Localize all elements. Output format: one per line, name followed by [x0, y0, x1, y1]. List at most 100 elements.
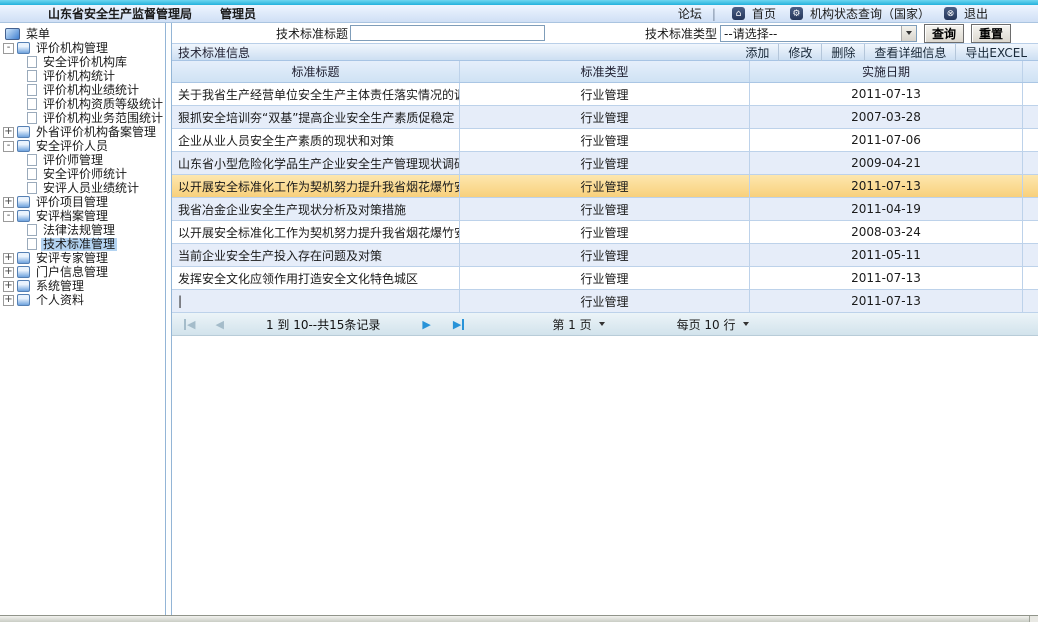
- tree-leaf-label[interactable]: 评价机构业绩统计: [41, 84, 141, 97]
- tree-expander-icon[interactable]: +: [3, 267, 14, 278]
- org-status-icon[interactable]: ⚙: [790, 7, 803, 20]
- tree-branch[interactable]: + 系统管理: [0, 279, 165, 293]
- prev-page-button[interactable]: ◀: [215, 319, 223, 330]
- cell-standard-type: 行业管理: [460, 221, 750, 243]
- last-page-button[interactable]: ▶: [453, 319, 464, 330]
- toolbar-action-link[interactable]: 导出EXCEL: [955, 44, 1036, 61]
- table-body: 关于我省生产经营单位安全生产主体责任落实情况的调研报告 行业管理 2011-07…: [172, 83, 1038, 313]
- tree-leaf-label[interactable]: 安评人员业绩统计: [41, 182, 141, 195]
- tree-leaf-label[interactable]: 评价机构业务范围统计: [41, 112, 165, 125]
- tree-branch[interactable]: + 评价项目管理: [0, 195, 165, 209]
- tree-leaf[interactable]: 评价机构统计: [0, 69, 165, 83]
- tree-branch-label[interactable]: 门户信息管理: [34, 266, 110, 279]
- tree-leaf-label[interactable]: 评价机构资质等级统计: [41, 98, 165, 111]
- menu-root[interactable]: 菜单: [0, 27, 165, 41]
- tree-leaf[interactable]: 安评人员业绩统计: [0, 181, 165, 195]
- table-row[interactable]: 狠抓安全培训夯“双基”提高企业安全生产素质促稳定 行业管理 2007-03-28: [172, 106, 1038, 129]
- header-links: 论坛 | ⌂ 首页 ⚙ 机构状态查询（国家） ⊗ 退出: [674, 5, 1038, 22]
- table-header-row: 标准标题 标准类型 实施日期: [172, 61, 1038, 83]
- tree-leaf[interactable]: 评价机构资质等级统计: [0, 97, 165, 111]
- tree-expander-icon[interactable]: -: [3, 211, 14, 222]
- select-dropdown-arrow[interactable]: [901, 26, 916, 41]
- toolbar-action-link[interactable]: 添加: [736, 44, 778, 61]
- tree-branch[interactable]: - 安全评价人员: [0, 139, 165, 153]
- tree-branch[interactable]: - 安评档案管理: [0, 209, 165, 223]
- table-row[interactable]: 企业从业人员安全生产素质的现状和对策 行业管理 2011-07-06: [172, 129, 1038, 152]
- tree-branch[interactable]: + 安评专家管理: [0, 251, 165, 265]
- tree-leaf[interactable]: 安全评价机构库: [0, 55, 165, 69]
- app-title: 山东省安全生产监督管理局: [48, 5, 192, 22]
- tree-expander-icon[interactable]: -: [3, 43, 14, 54]
- table-row[interactable]: 当前企业安全生产投入存在问题及对策 行业管理 2011-05-11: [172, 244, 1038, 267]
- folder-icon: [17, 196, 30, 208]
- table-row[interactable]: 以开展安全标准化工作为契机努力提升我省烟花爆竹安全管理水平 行业管理 2011-…: [172, 175, 1038, 198]
- cell-implement-date: 2011-07-13: [750, 290, 1023, 312]
- tree-leaf[interactable]: 安全评价师统计: [0, 167, 165, 181]
- tree-expander-icon[interactable]: +: [3, 253, 14, 264]
- page-select[interactable]: 第 1 页: [552, 316, 604, 333]
- cell-standard-type: 行业管理: [460, 129, 750, 151]
- tree-branch-label[interactable]: 个人资料: [34, 294, 86, 307]
- tree-branch-label[interactable]: 安评档案管理: [34, 210, 110, 223]
- cell-spacer: [1023, 198, 1038, 220]
- tree-leaf[interactable]: 评价师管理: [0, 153, 165, 167]
- tree-branch[interactable]: + 个人资料: [0, 293, 165, 307]
- tree-leaf[interactable]: 评价机构业务范围统计: [0, 111, 165, 125]
- table-row[interactable]: 以开展安全标准化工作为契机努力提升我省烟花爆竹安全管理水平 行业管理 2008-…: [172, 221, 1038, 244]
- tree-leaf-label[interactable]: 安全评价师统计: [41, 168, 129, 181]
- toolbar-action-link[interactable]: 查看详细信息: [864, 44, 955, 61]
- org-status-link[interactable]: 机构状态查询（国家）: [810, 5, 930, 22]
- standard-title-input[interactable]: [350, 25, 545, 41]
- tree-leaf-label[interactable]: 评价机构统计: [41, 70, 117, 83]
- tree-branch-label[interactable]: 评价项目管理: [34, 196, 110, 209]
- tree-branch[interactable]: + 外省评价机构备案管理: [0, 125, 165, 139]
- table-row[interactable]: 发挥安全文化应领作用打造安全文化特色城区 行业管理 2011-07-13: [172, 267, 1038, 290]
- next-page-button[interactable]: ▶: [422, 319, 430, 330]
- cell-standard-type: 行业管理: [460, 106, 750, 128]
- standard-type-select[interactable]: --请选择--: [720, 25, 917, 42]
- tree-branch[interactable]: + 门户信息管理: [0, 265, 165, 279]
- toolbar-action-link[interactable]: 删除: [821, 44, 864, 61]
- reset-button[interactable]: 重置: [971, 24, 1011, 43]
- horizontal-scrollbar[interactable]: [0, 615, 1038, 622]
- tree-branch-label[interactable]: 系统管理: [34, 280, 86, 293]
- page-icon: [27, 84, 37, 96]
- cell-standard-type: 行业管理: [460, 175, 750, 197]
- table-row[interactable]: 我省冶金企业安全生产现状分析及对策措施 行业管理 2011-04-19: [172, 198, 1038, 221]
- column-header-title: 标准标题: [172, 61, 460, 82]
- page-size-select[interactable]: 每页 10 行: [677, 316, 749, 333]
- tree-leaf-label[interactable]: 评价师管理: [41, 154, 105, 167]
- cell-standard-title: 山东省小型危险化学品生产企业安全生产管理现状调研报告: [172, 152, 460, 174]
- tree-leaf-label[interactable]: 安全评价机构库: [41, 56, 129, 69]
- tree-leaf[interactable]: 评价机构业绩统计: [0, 83, 165, 97]
- table-row[interactable]: 关于我省生产经营单位安全生产主体责任落实情况的调研报告 行业管理 2011-07…: [172, 83, 1038, 106]
- logout-icon[interactable]: ⊗: [944, 7, 957, 20]
- tree-branch[interactable]: - 评价机构管理: [0, 41, 165, 55]
- toolbar-actions: 添加修改删除查看详细信息导出EXCEL: [736, 44, 1036, 61]
- first-page-button[interactable]: ◀: [184, 319, 195, 330]
- tree-expander-icon[interactable]: -: [3, 141, 14, 152]
- tree-leaf[interactable]: 法律法规管理: [0, 223, 165, 237]
- tree-leaf-label[interactable]: 技术标准管理: [41, 238, 117, 251]
- toolbar-action-link[interactable]: 修改: [778, 44, 821, 61]
- tree-branch-label[interactable]: 外省评价机构备案管理: [34, 126, 158, 139]
- tree-leaf[interactable]: 技术标准管理: [0, 237, 165, 251]
- tree-leaf-label[interactable]: 法律法规管理: [41, 224, 117, 237]
- tree-branch-label[interactable]: 安全评价人员: [34, 140, 110, 153]
- table-row[interactable]: | 行业管理 2011-07-13: [172, 290, 1038, 313]
- tree-branch-label[interactable]: 安评专家管理: [34, 252, 110, 265]
- home-link[interactable]: 首页: [752, 5, 776, 22]
- forum-link[interactable]: 论坛: [678, 5, 702, 22]
- tree-expander-icon[interactable]: +: [3, 281, 14, 292]
- tree-branch-label[interactable]: 评价机构管理: [34, 42, 110, 55]
- home-icon[interactable]: ⌂: [732, 7, 745, 20]
- logout-link[interactable]: 退出: [964, 5, 988, 22]
- cell-standard-type: 行业管理: [460, 244, 750, 266]
- tree-expander-icon[interactable]: +: [3, 127, 14, 138]
- tree-expander-icon[interactable]: +: [3, 295, 14, 306]
- tree-expander-icon[interactable]: +: [3, 197, 14, 208]
- table-row[interactable]: 山东省小型危险化学品生产企业安全生产管理现状调研报告 行业管理 2009-04-…: [172, 152, 1038, 175]
- tree-children: 评价师管理 安全评价师统计 安评人员业绩统计: [0, 153, 165, 195]
- cell-spacer: [1023, 106, 1038, 128]
- query-button[interactable]: 查询: [924, 24, 964, 43]
